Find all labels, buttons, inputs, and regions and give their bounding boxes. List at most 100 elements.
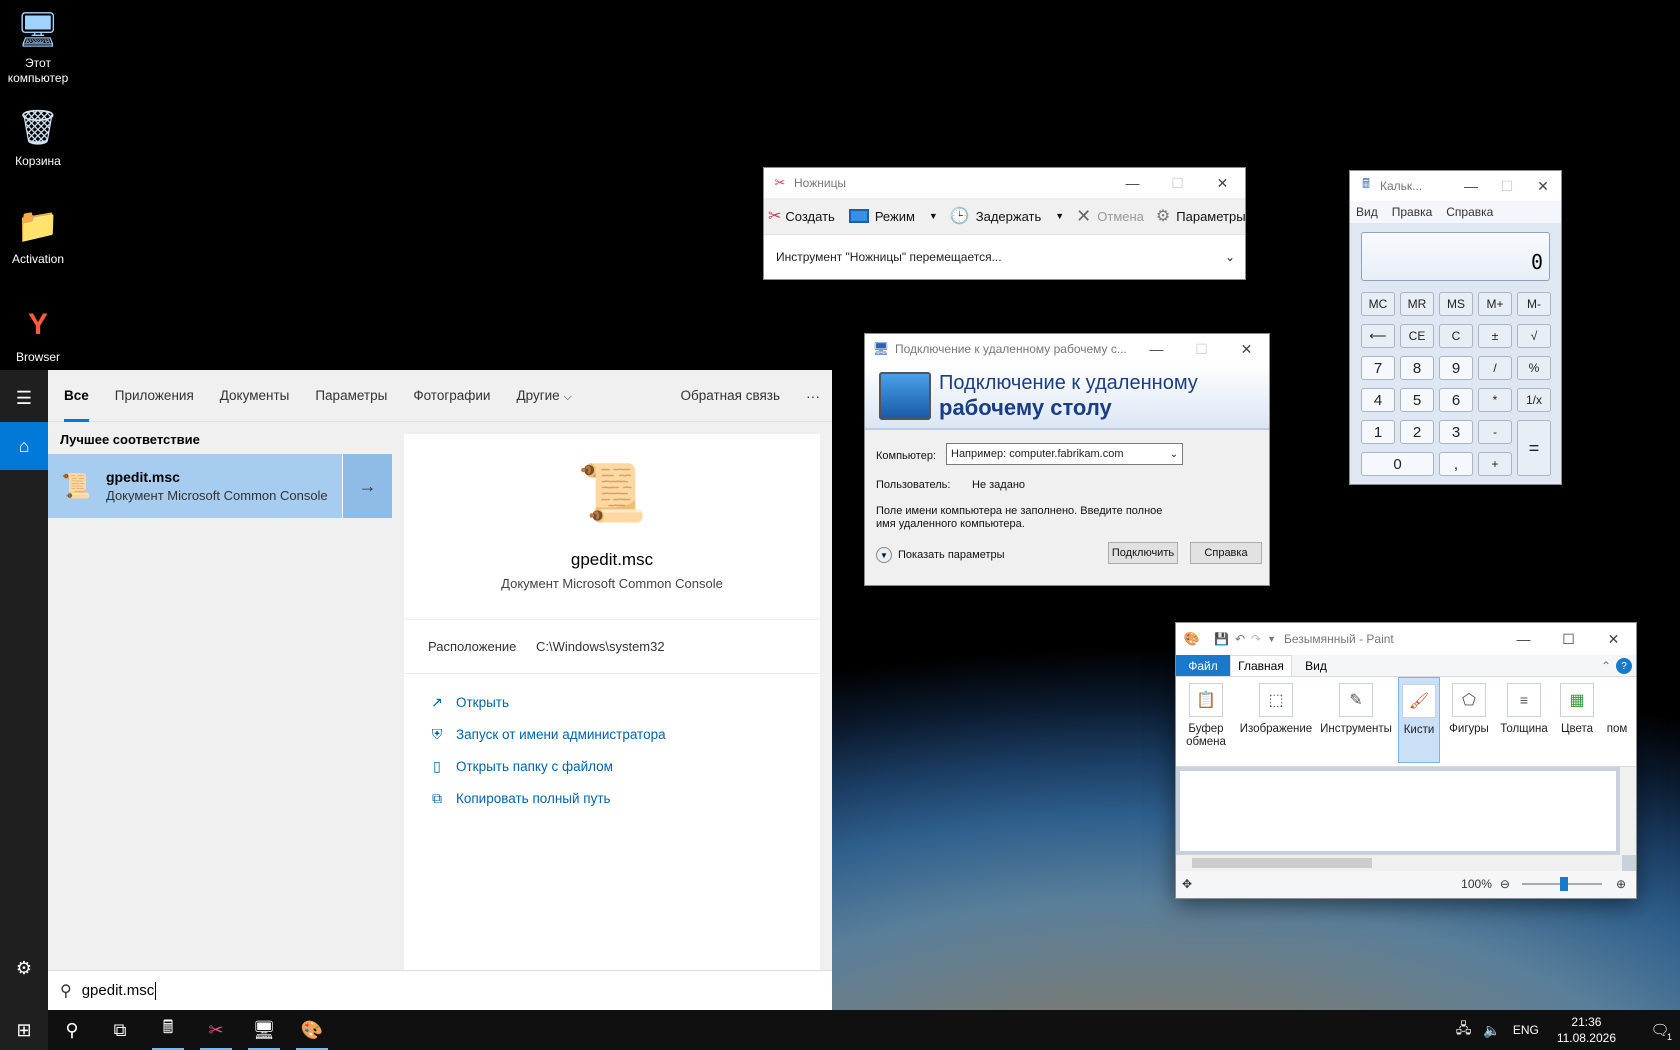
zoom-slider[interactable] xyxy=(1521,877,1602,891)
minimize-button[interactable]: — xyxy=(1501,624,1546,654)
group-clipboard[interactable]: 📋 Буфер обмена xyxy=(1178,677,1234,763)
key-percent[interactable]: % xyxy=(1517,356,1551,380)
key-m-plus[interactable]: M+ xyxy=(1478,292,1512,316)
collapse-ribbon-icon[interactable]: ⌃ xyxy=(1596,655,1616,676)
close-button[interactable]: ✕ xyxy=(1591,624,1636,654)
key-2[interactable]: 2 xyxy=(1400,420,1434,444)
minimize-button[interactable]: — xyxy=(1110,168,1155,198)
close-button[interactable]: ✕ xyxy=(1525,171,1561,201)
key-3[interactable]: 3 xyxy=(1439,420,1473,444)
chevron-down-icon[interactable]: ⌄ xyxy=(1225,250,1235,264)
feedback-link[interactable]: Обратная связь xyxy=(681,388,780,403)
menu-edit[interactable]: Правка xyxy=(1392,205,1433,219)
vertical-scrollbar[interactable] xyxy=(1620,767,1636,855)
key-decimal[interactable]: , xyxy=(1439,452,1473,476)
windows-start-icon[interactable]: ⊞ xyxy=(0,1010,48,1050)
delay-button[interactable]: 🕒 Задержать ▼ xyxy=(950,206,1064,226)
tab-apps[interactable]: Приложения xyxy=(115,370,194,422)
zoom-out-icon[interactable]: ⊖ xyxy=(1500,877,1510,891)
tab-home[interactable]: Главная xyxy=(1230,655,1292,676)
key-plus-minus[interactable]: ± xyxy=(1478,324,1512,348)
menu-help[interactable]: Справка xyxy=(1446,205,1493,219)
horizontal-scrollbar[interactable] xyxy=(1176,855,1622,871)
key-1[interactable]: 1 xyxy=(1361,420,1395,444)
key-mr[interactable]: MR xyxy=(1400,292,1434,316)
key-equals[interactable]: = xyxy=(1517,420,1551,476)
best-match-result[interactable]: 📜 gpedit.msc Документ Microsoft Common C… xyxy=(48,454,392,518)
group-colors[interactable]: ▦ Цвета xyxy=(1556,677,1598,763)
key-9[interactable]: 9 xyxy=(1439,356,1473,380)
key-mc[interactable]: MC xyxy=(1361,292,1395,316)
zoom-in-icon[interactable]: ⊕ xyxy=(1616,877,1626,891)
key-5[interactable]: 5 xyxy=(1400,388,1434,412)
cancel-button[interactable]: ✕ Отмена xyxy=(1076,206,1144,227)
maximize-button[interactable]: ☐ xyxy=(1155,168,1200,198)
volume-icon[interactable]: 🔈 xyxy=(1483,1022,1500,1039)
key-add[interactable]: + xyxy=(1478,452,1512,476)
tab-other[interactable]: Другие ⌵ xyxy=(516,370,571,422)
key-4[interactable]: 4 xyxy=(1361,388,1395,412)
action-run-as-admin[interactable]: ⛨ Запуск от имени администратора xyxy=(404,718,820,750)
action-copy-path[interactable]: ⧉ Копировать полный путь xyxy=(404,782,820,814)
scroll-thumb[interactable] xyxy=(1192,858,1372,868)
home-icon[interactable]: ⌂ xyxy=(0,422,48,470)
connect-button[interactable]: Подключить xyxy=(1108,542,1178,564)
minimize-button[interactable]: — xyxy=(1453,171,1489,201)
show-options-button[interactable]: ▼ Показать параметры xyxy=(876,547,1005,563)
mode-button[interactable]: Режим ▼ xyxy=(848,209,938,224)
maximize-button[interactable]: ☐ xyxy=(1546,624,1591,654)
key-subtract[interactable]: - xyxy=(1478,420,1512,444)
save-icon[interactable]: 💾 xyxy=(1214,632,1229,646)
gear-icon[interactable]: ⚙ xyxy=(0,944,48,992)
task-view-icon[interactable]: ⧉ xyxy=(96,1010,144,1050)
group-help[interactable]: пом xyxy=(1604,677,1630,763)
key-0[interactable]: 0 xyxy=(1361,452,1434,476)
more-options-icon[interactable]: ··· xyxy=(806,388,820,404)
chevron-down-icon[interactable]: ▼ xyxy=(1267,634,1276,644)
key-divide[interactable]: / xyxy=(1478,356,1512,380)
group-size[interactable]: ≡ Толщина xyxy=(1496,677,1552,763)
group-shapes[interactable]: ⬠ Фигуры xyxy=(1447,677,1491,763)
search-input[interactable]: gpedit.msc xyxy=(82,982,155,999)
snipping-tool-taskbar-icon[interactable]: ✂ xyxy=(192,1010,240,1050)
language-indicator[interactable]: ENG xyxy=(1513,1023,1539,1037)
zoom-slider-thumb[interactable] xyxy=(1559,877,1568,891)
key-c[interactable]: C xyxy=(1439,324,1473,348)
network-icon[interactable]: 🖧 xyxy=(1456,1018,1472,1042)
tab-documents[interactable]: Документы xyxy=(220,370,290,422)
redo-icon[interactable]: ↷ xyxy=(1251,632,1261,646)
computer-combobox[interactable]: Например: computer.fabrikam.com ⌄ xyxy=(946,443,1183,465)
menu-view[interactable]: Вид xyxy=(1356,205,1378,219)
tab-settings[interactable]: Параметры xyxy=(315,370,387,422)
close-button[interactable]: ✕ xyxy=(1224,334,1269,364)
new-snip-button[interactable]: ✂ Создать xyxy=(768,206,835,226)
key-ce[interactable]: CE xyxy=(1400,324,1434,348)
tab-view[interactable]: Вид xyxy=(1292,655,1340,676)
calculator-taskbar-icon[interactable]: 🖩 xyxy=(144,1010,192,1050)
search-box[interactable]: ⚲ gpedit.msc xyxy=(48,970,832,1010)
key-multiply[interactable]: * xyxy=(1478,388,1512,412)
search-icon[interactable]: ⚲ xyxy=(48,1010,96,1050)
hamburger-icon[interactable]: ☰ xyxy=(0,374,48,422)
remote-desktop-taskbar-icon[interactable]: 🖥 xyxy=(240,1010,288,1050)
close-button[interactable]: ✕ xyxy=(1200,168,1245,198)
options-button[interactable]: ⚙ Параметры xyxy=(1156,206,1246,226)
group-image[interactable]: ⬚ Изображение xyxy=(1237,677,1315,763)
group-tools[interactable]: ✎ Инструменты xyxy=(1318,677,1394,763)
desktop-icon-activation[interactable]: 📁 Activation xyxy=(0,204,76,267)
paint-canvas[interactable] xyxy=(1180,771,1616,851)
key-7[interactable]: 7 xyxy=(1361,356,1395,380)
key-ms[interactable]: MS xyxy=(1439,292,1473,316)
action-center-button[interactable]: 🗨 1 xyxy=(1640,1010,1680,1050)
tab-photos[interactable]: Фотографии xyxy=(413,370,490,422)
key-8[interactable]: 8 xyxy=(1400,356,1434,380)
action-open[interactable]: ↗ Открыть xyxy=(404,686,820,718)
desktop-icon-recycle-bin[interactable]: 🗑 Корзина xyxy=(0,106,76,169)
key-6[interactable]: 6 xyxy=(1439,388,1473,412)
minimize-button[interactable]: — xyxy=(1134,334,1179,364)
action-open-folder[interactable]: ▯ Открыть папку с файлом xyxy=(404,750,820,782)
key-backspace[interactable]: ⟵ xyxy=(1361,324,1395,348)
help-button[interactable]: Справка xyxy=(1190,542,1262,564)
desktop-icon-this-pc[interactable]: 🖥 Этот компьютер xyxy=(0,8,76,86)
maximize-button[interactable]: ☐ xyxy=(1179,334,1224,364)
